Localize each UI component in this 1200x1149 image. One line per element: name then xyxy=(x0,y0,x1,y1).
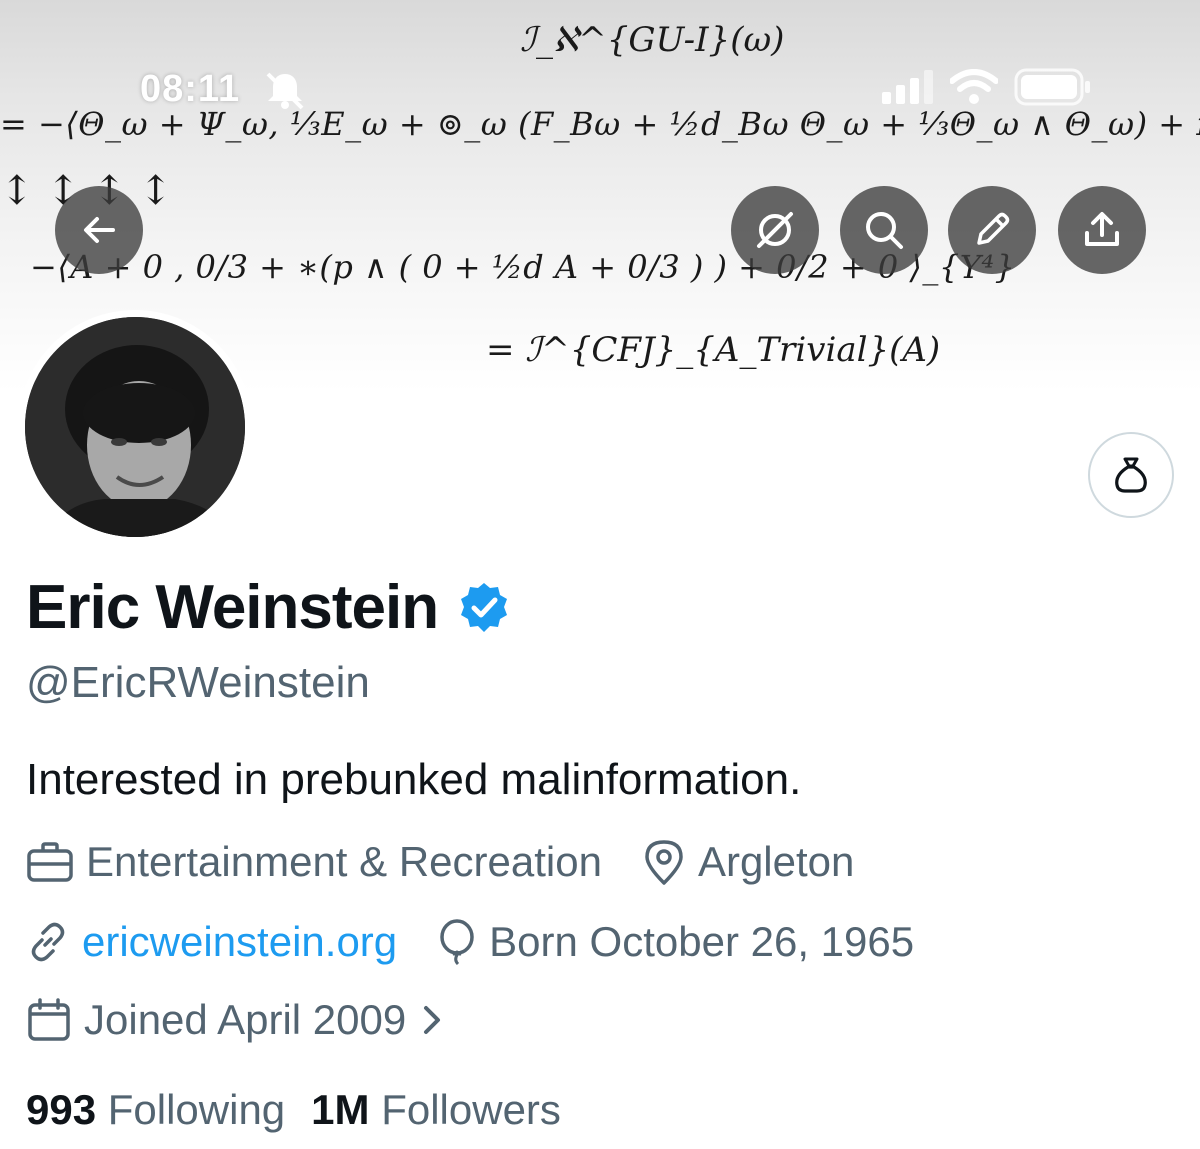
share-button[interactable] xyxy=(1058,186,1146,274)
pencil-icon xyxy=(977,212,1010,245)
avatar[interactable] xyxy=(18,310,252,544)
bio: Interested in prebunked malinformation. xyxy=(26,755,802,804)
meta-row-2: ericweinstein.org Born October 26, 1965 xyxy=(26,918,954,966)
follow-counts: 993 Following 1M Followers xyxy=(26,1086,561,1134)
followers-link[interactable]: 1M Followers xyxy=(311,1086,561,1134)
following-label: Following xyxy=(107,1086,286,1133)
birthday-item: Born October 26, 1965 xyxy=(437,918,914,966)
meta-row-1: Entertainment & Recreation Argleton xyxy=(26,838,894,886)
following-count: 993 xyxy=(26,1086,97,1133)
silent-bell-icon xyxy=(266,72,304,110)
chevron-right-icon xyxy=(424,1006,441,1034)
banner-formula-top: ℐ_ℵ^{GU-I}(ω) xyxy=(520,20,785,60)
category-item: Entertainment & Recreation xyxy=(26,838,602,886)
status-time: 08:11 xyxy=(140,68,241,110)
battery-icon xyxy=(1014,68,1090,106)
edit-button[interactable] xyxy=(948,186,1036,274)
calendar-icon xyxy=(28,998,70,1041)
briefcase-icon xyxy=(27,842,73,882)
balloon-icon xyxy=(440,919,474,966)
search-button[interactable] xyxy=(840,186,928,274)
website-item[interactable]: ericweinstein.org xyxy=(26,918,397,966)
name-row: Eric Weinstein xyxy=(26,572,512,643)
followers-label: Followers xyxy=(381,1086,561,1133)
wifi-icon xyxy=(950,69,998,104)
avatar-photo xyxy=(25,317,245,537)
meta-row-3[interactable]: Joined April 2009 xyxy=(26,996,486,1044)
following-link[interactable]: 993 Following xyxy=(26,1086,285,1134)
tip-button[interactable] xyxy=(1088,432,1174,518)
banner-formula-bottom: = ℐ^{CFJ}_{A_Trivial}(A) xyxy=(486,330,941,370)
search-icon xyxy=(866,212,903,249)
arrow-left-icon xyxy=(84,217,115,243)
location-label: Argleton xyxy=(697,838,855,885)
verified-badge-icon[interactable] xyxy=(456,580,512,636)
category-label: Entertainment & Recreation xyxy=(86,838,602,885)
birthday-label: Born October 26, 1965 xyxy=(489,918,915,965)
back-button[interactable] xyxy=(55,186,143,274)
grok-icon xyxy=(757,212,793,248)
display-name: Eric Weinstein xyxy=(26,573,439,642)
joined-label: Joined April 2009 xyxy=(84,996,407,1043)
website-link[interactable]: ericweinstein.org xyxy=(82,918,397,966)
cellular-signal-icon xyxy=(882,70,933,104)
grok-button[interactable] xyxy=(731,186,819,274)
joined-item[interactable]: Joined April 2009 xyxy=(26,996,446,1044)
followers-count: 1M xyxy=(311,1086,370,1133)
money-bag-icon xyxy=(1115,457,1147,493)
location-item: Argleton xyxy=(642,838,854,886)
handle: @EricRWeinstein xyxy=(26,658,370,707)
location-pin-icon xyxy=(645,840,683,885)
status-icons xyxy=(882,68,1092,106)
share-icon xyxy=(1085,212,1119,246)
link-icon xyxy=(31,922,65,962)
avatar-portrait-icon xyxy=(25,317,245,537)
